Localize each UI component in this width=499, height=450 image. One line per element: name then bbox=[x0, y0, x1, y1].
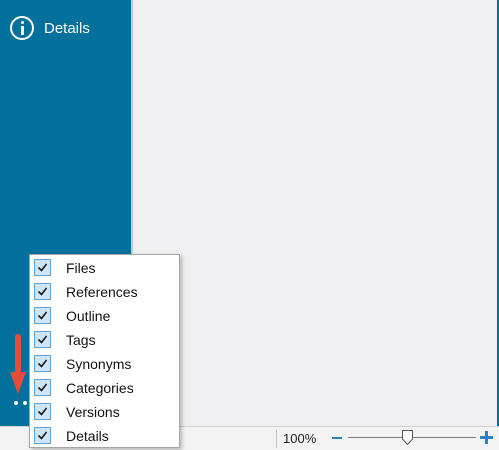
checkbox-checked-icon[interactable] bbox=[34, 427, 51, 444]
status-separator bbox=[276, 430, 277, 448]
checkbox-checked-icon[interactable] bbox=[34, 259, 51, 276]
zoom-out-icon[interactable] bbox=[332, 437, 342, 439]
menu-item-label: Details bbox=[66, 428, 109, 444]
menu-item-label: Outline bbox=[66, 308, 111, 324]
menu-item-versions[interactable]: Versions bbox=[30, 401, 179, 425]
menu-item-files[interactable]: Files bbox=[30, 257, 179, 281]
main-content-area bbox=[133, 0, 499, 426]
panels-context-menu: Files References Outline Tags Synonyms Catego… bbox=[29, 254, 180, 448]
menu-item-categories[interactable]: Categories bbox=[30, 377, 179, 401]
menu-item-label: Categories bbox=[66, 380, 134, 396]
checkbox-checked-icon[interactable] bbox=[34, 307, 51, 324]
menu-item-label: References bbox=[66, 284, 138, 300]
checkbox-checked-icon[interactable] bbox=[34, 283, 51, 300]
menu-item-outline[interactable]: Outline bbox=[30, 305, 179, 329]
checkbox-checked-icon[interactable] bbox=[34, 379, 51, 396]
checkbox-checked-icon[interactable] bbox=[34, 403, 51, 420]
more-options-icon[interactable] bbox=[14, 401, 27, 405]
menu-item-details[interactable]: Details bbox=[30, 425, 179, 449]
menu-item-synonyms[interactable]: Synonyms bbox=[30, 353, 179, 377]
menu-item-references[interactable]: References bbox=[30, 281, 179, 305]
sidebar-item-details[interactable]: Details bbox=[10, 14, 90, 42]
red-arrow-annotation-icon bbox=[10, 334, 26, 394]
zoom-in-icon[interactable] bbox=[480, 431, 493, 444]
sidebar-item-label: Details bbox=[44, 19, 90, 37]
zoom-level-label: 100% bbox=[283, 431, 317, 446]
menu-item-label: Files bbox=[66, 260, 96, 276]
menu-item-label: Synonyms bbox=[66, 356, 132, 372]
zoom-slider-thumb[interactable] bbox=[402, 430, 413, 445]
menu-item-tags[interactable]: Tags bbox=[30, 329, 179, 353]
menu-item-label: Versions bbox=[66, 404, 120, 420]
checkbox-checked-icon[interactable] bbox=[34, 355, 51, 372]
menu-item-label: Tags bbox=[66, 332, 96, 348]
checkbox-checked-icon[interactable] bbox=[34, 331, 51, 348]
info-icon bbox=[10, 16, 34, 40]
